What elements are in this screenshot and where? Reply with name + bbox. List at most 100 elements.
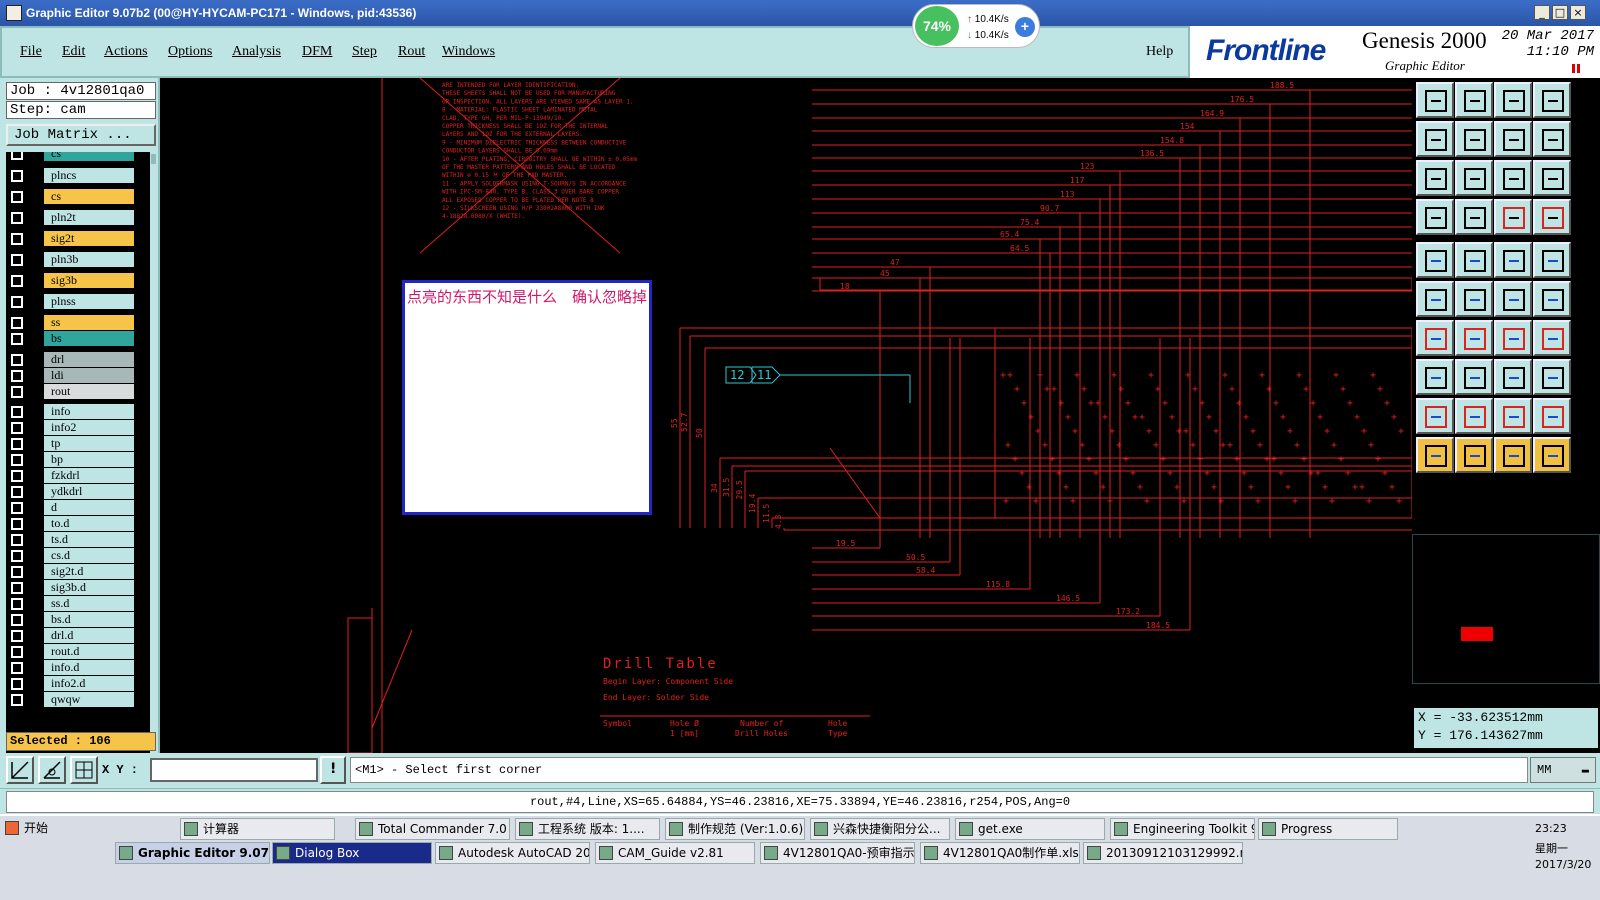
layer-row[interactable]: info.d: [6, 660, 146, 676]
layer-row[interactable]: qwqw: [6, 692, 146, 708]
layer-row[interactable]: bs: [6, 331, 146, 347]
layer-name[interactable]: bp: [44, 452, 134, 467]
layer-checkbox[interactable]: [11, 694, 23, 706]
layer-checkbox[interactable]: [11, 662, 23, 674]
layer-checkbox[interactable]: [11, 550, 23, 562]
layer-name[interactable]: tp: [44, 436, 134, 451]
layer-checkbox[interactable]: [11, 422, 23, 434]
undo-icon[interactable]: [1494, 320, 1532, 356]
grid-icon[interactable]: [70, 756, 98, 784]
maximize-button[interactable]: □: [1552, 5, 1568, 20]
layer-name[interactable]: drl.d: [44, 628, 134, 643]
layer-checkbox[interactable]: [11, 212, 23, 224]
connect-icon[interactable]: [1416, 281, 1454, 317]
layer-name[interactable]: sig3b: [44, 273, 134, 288]
taskbar-item[interactable]: Engineering Toolkit 9....: [1110, 818, 1255, 840]
layer-name[interactable]: fzkdrl: [44, 468, 134, 483]
layer-checkbox[interactable]: [11, 614, 23, 626]
layer-row[interactable]: tp: [6, 436, 146, 452]
minus-icon[interactable]: [1455, 359, 1493, 395]
measure-icon[interactable]: [38, 756, 66, 784]
layer-row[interactable]: cs: [6, 152, 146, 162]
layer-row[interactable]: plncs: [6, 168, 146, 184]
close-button[interactable]: ×: [1570, 5, 1586, 20]
layer-checkbox[interactable]: [11, 454, 23, 466]
select-area-icon[interactable]: [1416, 359, 1454, 395]
layer-row[interactable]: info2: [6, 420, 146, 436]
taskbar-item[interactable]: Progress: [1258, 818, 1398, 840]
triangle-icon[interactable]: [1416, 398, 1454, 434]
layer-checkbox[interactable]: [11, 254, 23, 266]
add-icon[interactable]: +: [1015, 17, 1035, 37]
layer-name[interactable]: d: [44, 500, 134, 515]
layer-checkbox[interactable]: [11, 406, 23, 418]
layer-checkbox[interactable]: [11, 598, 23, 610]
layer-name[interactable]: cs: [44, 152, 134, 161]
alert-icon[interactable]: !: [320, 756, 346, 784]
layer-name[interactable]: rout.d: [44, 644, 134, 659]
cross-icon[interactable]: [1455, 281, 1493, 317]
cad-drawing[interactable]: ARE INTENDED FOR LAYER IDENTIFICATION.TH…: [160, 78, 1412, 753]
job-matrix-button[interactable]: Job Matrix ...: [6, 124, 156, 146]
layer-row[interactable]: sig3b: [6, 273, 146, 289]
layer-name[interactable]: cs: [44, 189, 134, 204]
menu-options[interactable]: Options: [168, 44, 212, 60]
net-icon[interactable]: [1533, 359, 1571, 395]
layer-checkbox[interactable]: [11, 170, 23, 182]
snap-icon[interactable]: [1416, 82, 1454, 118]
pointer2-icon[interactable]: [1455, 437, 1493, 473]
menu-edit[interactable]: Edit: [62, 44, 85, 60]
layer-row[interactable]: bp: [6, 452, 146, 468]
unit-select[interactable]: MM ▬: [1530, 757, 1596, 783]
fill-icon[interactable]: [1416, 242, 1454, 278]
taskbar-item[interactable]: get.exe: [955, 818, 1105, 840]
layer-row[interactable]: to.d: [6, 516, 146, 532]
layer-checkbox[interactable]: [11, 370, 23, 382]
box-icon[interactable]: [1494, 359, 1532, 395]
measure-line-icon[interactable]: [1416, 320, 1454, 356]
layer-checkbox[interactable]: [11, 646, 23, 658]
layer-row[interactable]: ss: [6, 315, 146, 331]
layer-row[interactable]: sig2t: [6, 231, 146, 247]
layer-row[interactable]: d: [6, 500, 146, 516]
layer-row[interactable]: drl.d: [6, 628, 146, 644]
shape-icon[interactable]: [1455, 242, 1493, 278]
graphic-canvas[interactable]: ARE INTENDED FOR LAYER IDENTIFICATION. TH…: [160, 78, 1412, 753]
layer-name[interactable]: ldi: [44, 368, 134, 383]
layer-name[interactable]: ss: [44, 315, 134, 330]
slash-icon[interactable]: [1455, 320, 1493, 356]
menu-rout[interactable]: Rout: [398, 44, 425, 60]
taskbar-item[interactable]: 兴森快捷衡阳分公...: [810, 818, 950, 840]
layer-row[interactable]: ss.d: [6, 596, 146, 612]
save-icon[interactable]: [1455, 82, 1493, 118]
layer-checkbox[interactable]: [11, 582, 23, 594]
layer-name[interactable]: plnss: [44, 294, 134, 309]
layer-row[interactable]: sig3b.d: [6, 580, 146, 596]
help-icon[interactable]: [1533, 160, 1571, 196]
layer-name[interactable]: ts.d: [44, 532, 134, 547]
start-button[interactable]: 开始: [2, 818, 58, 840]
layer-row[interactable]: ydkdrl: [6, 484, 146, 500]
layer-checkbox[interactable]: [11, 502, 23, 514]
network-speed-widget[interactable]: 74% ↑ 10.4K/s ↓ 10.4K/s +: [912, 4, 1040, 48]
dialog-box[interactable]: 点亮的东西不知是什么 确认忽略掉: [402, 280, 652, 515]
move-icon[interactable]: [1455, 121, 1493, 157]
layer-scrollbar[interactable]: [150, 152, 156, 786]
step-icon[interactable]: [1533, 121, 1571, 157]
layer-row[interactable]: info2.d: [6, 676, 146, 692]
layer-name[interactable]: info.d: [44, 660, 134, 675]
layer-name[interactable]: cs.d: [44, 548, 134, 563]
layer-name[interactable]: sig2t.d: [44, 564, 134, 579]
layer-row[interactable]: cs: [6, 189, 146, 205]
taskbar-item[interactable]: Dialog Box: [272, 842, 432, 864]
layer-checkbox[interactable]: [11, 438, 23, 450]
layer-checkbox[interactable]: [11, 333, 23, 345]
menu-file[interactable]: File: [20, 44, 42, 60]
taskbar-item[interactable]: Total Commander 7.0 ...: [355, 818, 510, 840]
pointer3-icon[interactable]: [1494, 437, 1532, 473]
layer-checkbox[interactable]: [11, 296, 23, 308]
layer-checkbox[interactable]: [11, 518, 23, 530]
layer-row[interactable]: cs.d: [6, 548, 146, 564]
layer-row[interactable]: drl: [6, 352, 146, 368]
layer-row[interactable]: pln3b: [6, 252, 146, 268]
